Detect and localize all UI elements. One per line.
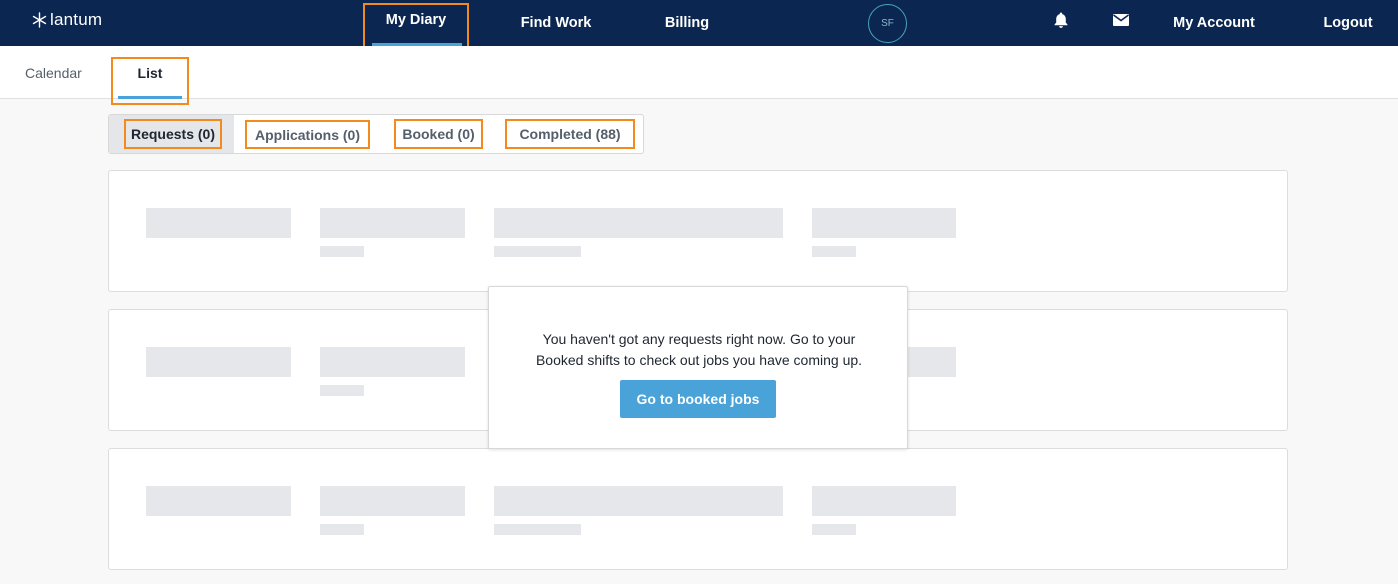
- nav-my-diary-label: My Diary: [385, 12, 447, 28]
- skeleton-line: [812, 246, 856, 257]
- tab-booked[interactable]: Booked (0): [394, 119, 483, 149]
- skeleton-card: [108, 170, 1288, 292]
- top-navbar: lantum My Diary Find Work Billing SF My …: [0, 0, 1398, 53]
- empty-state-message: You haven't got any requests right now. …: [509, 329, 889, 371]
- skeleton-line: [494, 246, 581, 257]
- skeleton-line: [812, 524, 856, 535]
- subnav-calendar[interactable]: Calendar: [25, 46, 82, 100]
- skeleton-block: [146, 347, 291, 377]
- brand-name: lantum: [50, 10, 103, 29]
- skeleton-block: [146, 208, 291, 238]
- skeleton-line: [494, 524, 581, 535]
- sub-navbar: Calendar List: [0, 46, 1398, 105]
- nav-logout[interactable]: Logout: [1316, 0, 1380, 46]
- go-to-booked-jobs-button[interactable]: Go to booked jobs: [620, 380, 776, 418]
- skeleton-block: [146, 486, 291, 516]
- skeleton-line: [320, 385, 364, 396]
- skeleton-block: [320, 347, 465, 377]
- avatar[interactable]: SF: [868, 4, 907, 43]
- tab-completed[interactable]: Completed (88): [505, 119, 635, 149]
- diary-tabs: Requests (0) Applications (0) Booked (0)…: [108, 114, 644, 154]
- skeleton-block: [494, 208, 783, 238]
- skeleton-block: [494, 486, 783, 516]
- skeleton-block: [812, 208, 956, 238]
- empty-state-dialog: You haven't got any requests right now. …: [488, 286, 908, 449]
- nav-find-work[interactable]: Find Work: [508, 0, 604, 46]
- tab-applications[interactable]: Applications (0): [245, 120, 370, 149]
- mail-icon[interactable]: [1112, 12, 1130, 28]
- subnav-list-label: List: [137, 65, 163, 81]
- lantum-logo[interactable]: lantum: [32, 10, 102, 30]
- nav-billing[interactable]: Billing: [652, 0, 722, 46]
- star-logo-icon: [32, 12, 47, 28]
- skeleton-block: [320, 486, 465, 516]
- empty-state-line-2: Booked shifts to check out jobs you have…: [535, 352, 863, 368]
- skeleton-line: [320, 246, 364, 257]
- tab-requests[interactable]: Requests (0): [124, 119, 222, 149]
- skeleton-card: [108, 448, 1288, 570]
- skeleton-block: [320, 208, 465, 238]
- bell-icon[interactable]: [1052, 11, 1070, 29]
- skeleton-block: [812, 486, 956, 516]
- empty-state-line-1: You haven't got any requests right now. …: [542, 331, 856, 347]
- subnav-list[interactable]: List: [111, 57, 189, 105]
- skeleton-line: [320, 524, 364, 535]
- nav-my-account[interactable]: My Account: [1166, 0, 1262, 46]
- active-underline: [118, 96, 182, 99]
